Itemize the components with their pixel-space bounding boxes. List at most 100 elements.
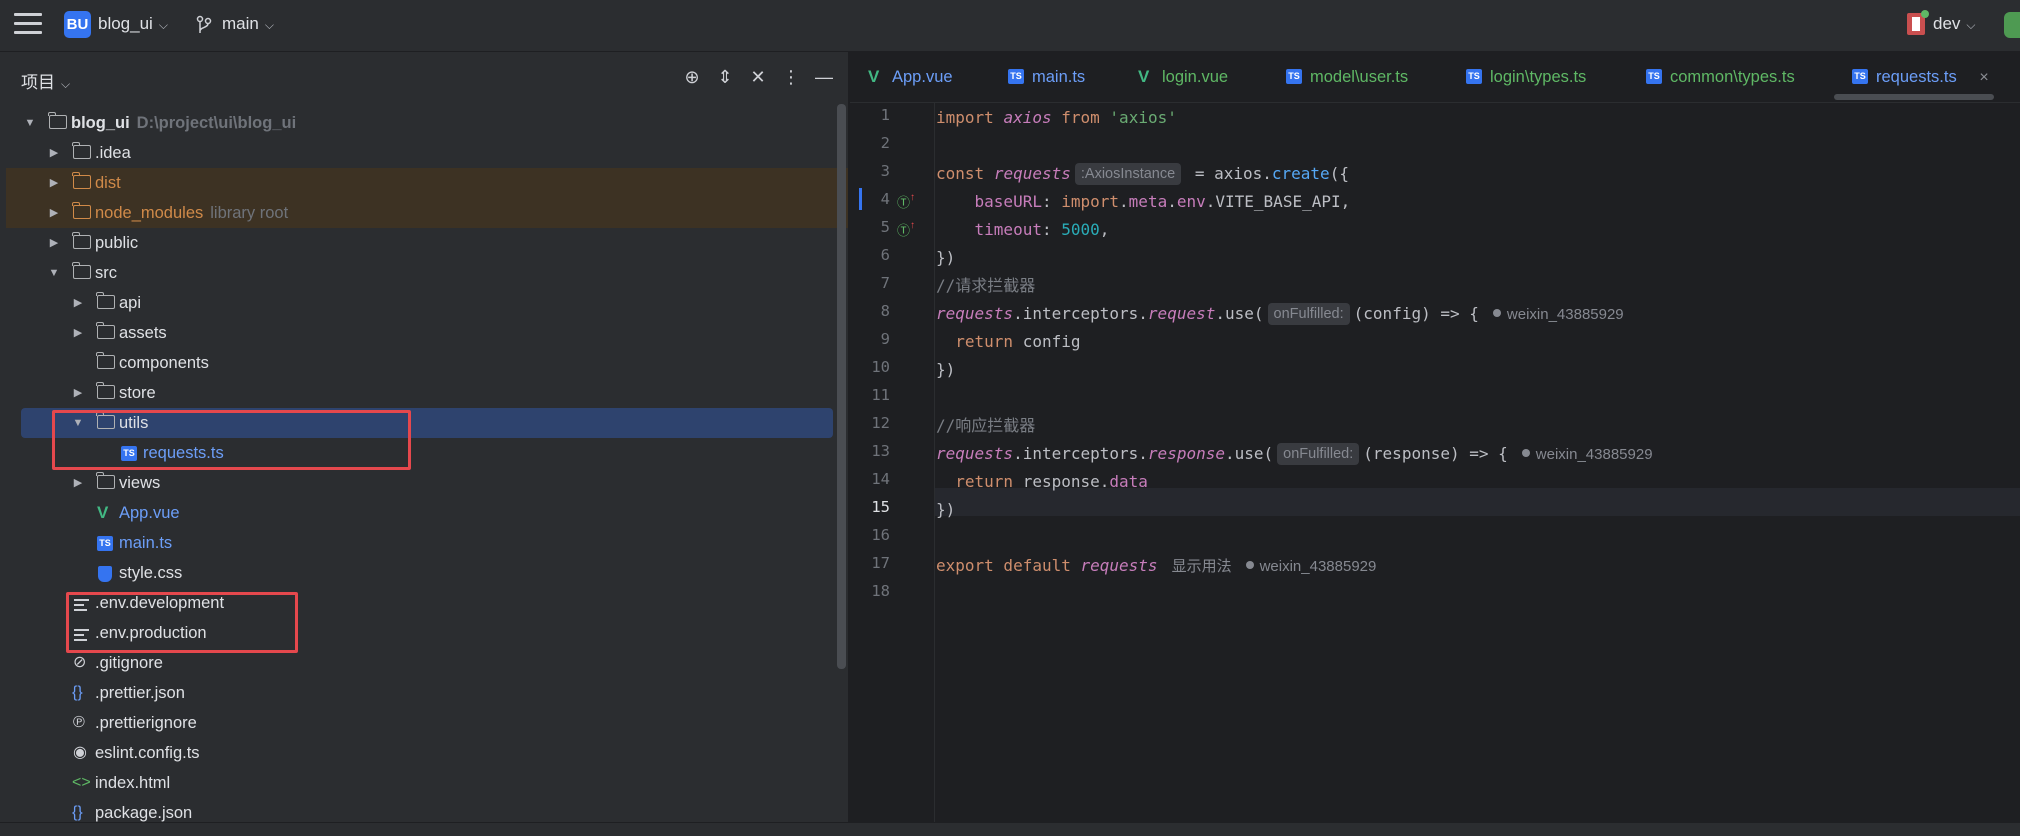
editor-gutter: Ⓣ↑ Ⓣ↑ <box>850 102 935 822</box>
code-line[interactable]: import axios from 'axios' <box>936 104 1177 132</box>
folder-icon <box>96 322 115 339</box>
tab-label: main.ts <box>1032 68 1086 86</box>
line-number: 14 <box>871 470 890 488</box>
project-panel-header: 项目 ⌵ ⊕ ⇕ ✕ ⋮ — <box>0 52 848 102</box>
chevron-right-icon[interactable]: ▶ <box>70 318 86 348</box>
tab-scrollbar[interactable] <box>1834 94 1994 100</box>
main-menu-icon[interactable] <box>14 13 42 37</box>
code-line[interactable]: export default requests 显示用法 weixin_438859… <box>936 552 1376 580</box>
project-view-selector[interactable]: 项目 ⌵ <box>21 68 70 93</box>
tree-item-label: dist <box>95 174 121 192</box>
tree-item-assets[interactable]: ▶ assets <box>0 318 840 348</box>
locate-icon[interactable]: ⊕ <box>681 66 703 88</box>
collapse-all-icon[interactable]: ✕ <box>747 66 769 88</box>
line-number: 10 <box>871 358 890 376</box>
tree-item-eslint-config[interactable]: ◉ eslint.config.ts <box>0 738 840 768</box>
line-number: 15 <box>871 498 890 516</box>
tree-item-store[interactable]: ▶ store <box>0 378 840 408</box>
folder-icon <box>48 112 67 129</box>
person-icon <box>1492 309 1501 317</box>
tree-item-views[interactable]: ▶ views <box>0 468 840 498</box>
line-number: 8 <box>880 302 890 320</box>
typescript-file-icon: TS <box>1466 69 1482 84</box>
code-line[interactable]: return config <box>936 328 1080 356</box>
code-line[interactable]: requests.interceptors.response.use(onFul… <box>936 440 1653 468</box>
code-line[interactable]: return response.data <box>936 468 1148 496</box>
run-config-switcher[interactable]: dev ⌵ <box>1933 14 1976 34</box>
chevron-down-icon: ⌵ <box>158 18 168 32</box>
project-switcher[interactable]: blog_ui ⌵ <box>98 14 168 34</box>
vertical-scrollbar[interactable] <box>837 104 846 669</box>
update-icon[interactable] <box>2004 12 2020 38</box>
tab-model-user-ts[interactable]: TS model\user.ts <box>1286 52 1408 102</box>
expand-all-icon[interactable]: ⇕ <box>714 66 736 88</box>
tree-item-app-vue[interactable]: V App.vue <box>0 498 840 528</box>
show-usages-link[interactable]: 显示用法 <box>1172 558 1232 575</box>
tree-item-main-ts[interactable]: TS main.ts <box>0 528 840 558</box>
chevron-right-icon[interactable]: ▶ <box>70 288 86 318</box>
code-line[interactable]: baseURL: import.meta.env.VITE_BASE_API, <box>936 188 1351 216</box>
env-var-icon[interactable]: Ⓣ↑ <box>897 220 915 239</box>
code-line[interactable]: requests.interceptors.request.use(onFulf… <box>936 300 1624 328</box>
tree-item-dist[interactable]: ▶ dist <box>6 168 848 198</box>
chevron-right-icon[interactable]: ▶ <box>70 468 86 498</box>
tab-login-types-ts[interactable]: TS login\types.ts <box>1466 52 1586 102</box>
tree-item-prettierignore[interactable]: ℗ .prettierignore <box>0 708 840 738</box>
person-icon <box>1521 449 1530 457</box>
tree-item-label: store <box>119 384 156 402</box>
chevron-right-icon[interactable]: ▶ <box>46 168 62 198</box>
vue-file-icon: V <box>868 67 880 86</box>
typescript-file-icon: TS <box>97 536 113 551</box>
author-annotation: weixin_43885929 <box>1492 306 1624 323</box>
code-line[interactable]: }) <box>936 244 955 272</box>
highlight-box-utils <box>52 410 411 470</box>
chevron-down-icon[interactable]: ▼ <box>22 108 38 138</box>
chevron-right-icon[interactable]: ▶ <box>46 198 62 228</box>
chevron-right-icon[interactable]: ▶ <box>46 138 62 168</box>
tree-item-label: .prettierignore <box>95 714 197 732</box>
tab-main-ts[interactable]: TS main.ts <box>1008 52 1085 102</box>
branch-switcher[interactable]: main ⌵ <box>222 14 274 34</box>
tree-item-index-html[interactable]: <> index.html <box>0 768 840 798</box>
code-line[interactable]: //请求拦截器 <box>936 272 1035 300</box>
env-var-icon[interactable]: Ⓣ↑ <box>897 192 915 211</box>
tree-item-blog-ui[interactable]: ▼ blog_ui D:\project\ui\blog_ui <box>0 108 840 138</box>
parameter-hint: onFulfilled: <box>1277 443 1360 465</box>
chevron-right-icon[interactable]: ▶ <box>46 228 62 258</box>
tree-item-label: .prettier.json <box>95 684 185 702</box>
tree-item-label: src <box>95 264 117 282</box>
folder-icon <box>96 472 115 489</box>
tree-item-style-css[interactable]: style.css <box>0 558 840 588</box>
project-badge[interactable]: BU <box>64 11 91 38</box>
close-tab-icon[interactable]: × <box>1979 69 1988 86</box>
tree-item-public[interactable]: ▶ public <box>0 228 840 258</box>
tab-common-types-ts[interactable]: TS common\types.ts <box>1646 52 1795 102</box>
tree-item-idea[interactable]: ▶ .idea <box>0 138 840 168</box>
code-line[interactable]: }) <box>936 496 955 524</box>
tab-app-vue[interactable]: V App.vue <box>868 52 953 102</box>
tree-item-label: eslint.config.ts <box>95 744 200 762</box>
code-line[interactable]: //响应拦截器 <box>936 412 1035 440</box>
more-options-icon[interactable]: ⋮ <box>780 66 802 88</box>
branch-name: main <box>222 14 259 33</box>
tree-item-label: node_modules library root <box>95 204 289 222</box>
code-line[interactable]: }) <box>936 356 955 384</box>
tab-label: login.vue <box>1162 68 1229 86</box>
chevron-down-icon[interactable]: ▼ <box>46 258 62 288</box>
chevron-right-icon[interactable]: ▶ <box>70 378 86 408</box>
tab-label: common\types.ts <box>1670 68 1795 86</box>
tree-item-src[interactable]: ▼ src <box>0 258 840 288</box>
typescript-file-icon: TS <box>1286 69 1302 84</box>
code-line[interactable]: timeout: 5000, <box>936 216 1110 244</box>
tree-item-prettier-json[interactable]: {} .prettier.json <box>0 678 840 708</box>
tree-item-api[interactable]: ▶ api <box>0 288 840 318</box>
project-panel: 项目 ⌵ ⊕ ⇕ ✕ ⋮ — ▼ blog_ui D:\project\ui\blo… <box>0 52 848 822</box>
tree-item-components[interactable]: components <box>0 348 840 378</box>
tree-item-label: blog_ui D:\project\ui\blog_ui <box>71 114 297 132</box>
code-line[interactable]: const requests:AxiosInstance = axios.cre… <box>936 160 1349 188</box>
tab-login-vue[interactable]: V login.vue <box>1138 52 1228 102</box>
tree-item-label: style.css <box>119 564 183 582</box>
minimize-icon[interactable]: — <box>813 66 835 88</box>
tree-item-node-modules[interactable]: ▶ node_modules library root <box>6 198 848 228</box>
tree-item-label: main.ts <box>119 534 173 552</box>
